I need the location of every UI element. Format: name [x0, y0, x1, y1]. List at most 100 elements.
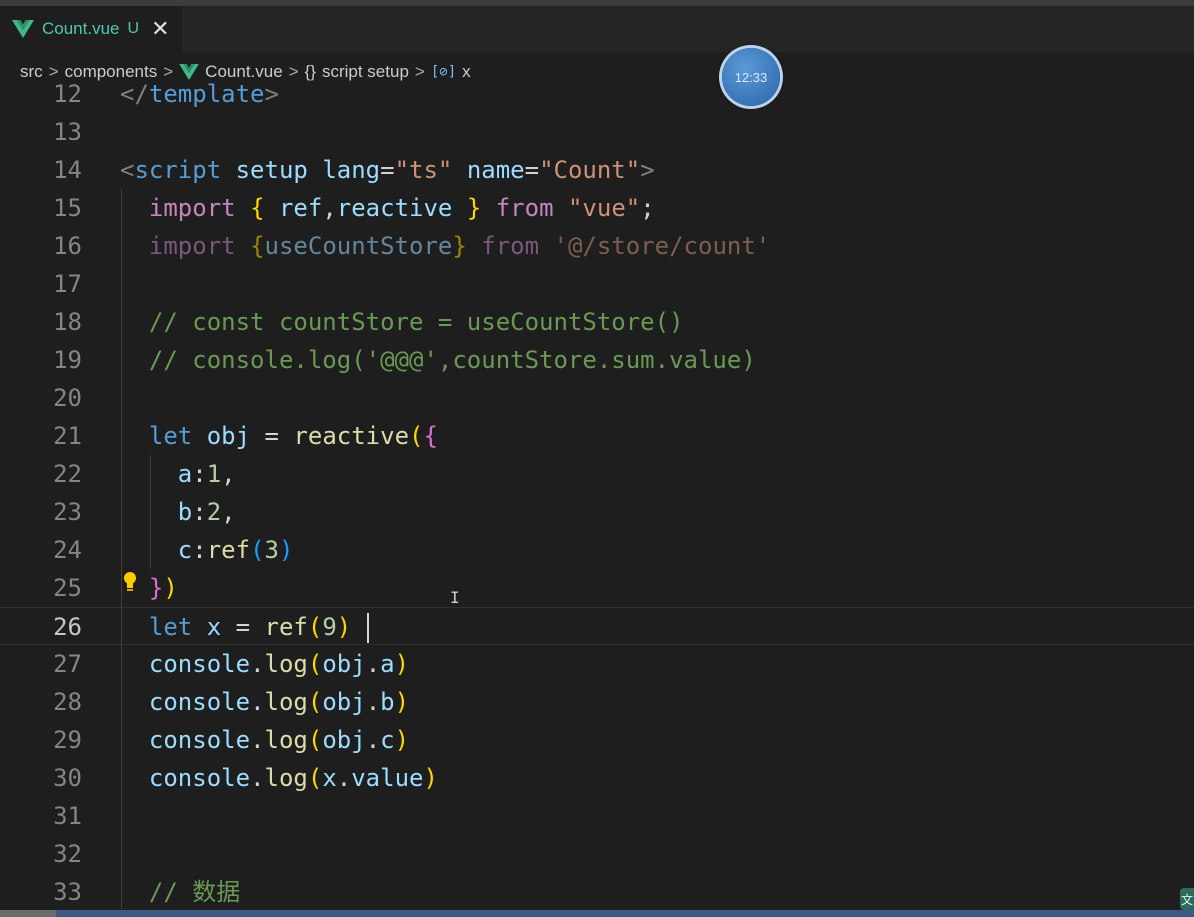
status-bar-remote[interactable] [0, 910, 56, 917]
line-number: 32 [53, 840, 82, 868]
code-line[interactable]: 26 let x = ref(9) [0, 607, 1194, 645]
code-line[interactable]: 25 }) [0, 569, 1194, 607]
code-line[interactable]: 21 let obj = reactive({ [0, 417, 1194, 455]
code-token: reactive [336, 194, 453, 222]
line-number: 20 [53, 384, 82, 412]
line-number: 28 [53, 688, 82, 716]
code-line[interactable]: 24 c:ref(3) [0, 531, 1194, 569]
code-token: ( [307, 726, 323, 754]
tab-filename: Count.vue [42, 19, 120, 38]
git-untracked-badge: U [127, 20, 140, 37]
code-token: value [351, 764, 424, 792]
code-token: import [148, 232, 236, 260]
line-number: 21 [53, 422, 82, 450]
code-token: console [148, 650, 251, 678]
code-line[interactable]: 18 // const countStore = useCountStore() [0, 303, 1194, 341]
code-line[interactable]: 19 // console.log('@@@',countStore.sum.v… [0, 341, 1194, 379]
code-token: let [148, 422, 193, 450]
code-text: // 数据 [120, 873, 240, 909]
line-number: 18 [53, 308, 82, 336]
code-token: x [206, 613, 222, 641]
code-text: let obj = reactive({ [120, 417, 438, 455]
code-line[interactable]: 12 </template> [0, 75, 1194, 113]
code-token: "ts" [394, 156, 453, 184]
code-token: script [134, 156, 222, 184]
line-number: 17 [53, 270, 82, 298]
line-number: 23 [53, 498, 82, 526]
code-token: // const countStore = useCountStore() [148, 308, 684, 336]
code-token: "vue" [567, 194, 641, 222]
code-text: // const countStore = useCountStore() [120, 303, 684, 341]
code-token: log [264, 650, 308, 678]
mouse-ibeam-cursor: I [450, 588, 460, 607]
line-number: 13 [53, 118, 82, 146]
code-line[interactable]: 27 console.log(obj.a) [0, 645, 1194, 683]
code-line[interactable]: 33 // 数据 [0, 873, 1194, 909]
tab-count-vue[interactable]: Count.vue U ✕ [0, 6, 182, 52]
code-token: = [524, 156, 540, 184]
line-number: 26 [53, 613, 82, 641]
code-token: c [177, 536, 193, 564]
code-token: { [250, 232, 265, 260]
indent-guide [121, 189, 122, 909]
status-bar [0, 910, 1194, 917]
code-token: a [177, 460, 193, 488]
code-line[interactable]: 15 import { ref,reactive } from "vue"; [0, 189, 1194, 227]
lightbulb-icon[interactable] [122, 571, 138, 593]
code-token: ) [394, 650, 410, 678]
code-token: . [365, 726, 381, 754]
code-token: ( [307, 764, 323, 792]
code-token: ( [307, 650, 323, 678]
code-line[interactable]: 16 import {useCountStore} from '@/store/… [0, 227, 1194, 265]
code-token: ; [640, 194, 655, 222]
code-token: b [177, 498, 193, 526]
close-icon[interactable]: ✕ [151, 18, 169, 40]
code-line[interactable]: 22 a:1, [0, 455, 1194, 493]
code-text: console.log(obj.c) [120, 721, 409, 759]
code-token: from [495, 194, 554, 222]
text-caret [367, 613, 369, 643]
code-token: ( [307, 688, 323, 716]
line-number: 14 [53, 156, 82, 184]
code-line[interactable]: 29 console.log(obj.c) [0, 721, 1194, 759]
input-method-icon[interactable]: 文 [1180, 888, 1194, 910]
code-token: lang [322, 156, 381, 184]
code-line[interactable]: 32 [0, 835, 1194, 873]
code-line[interactable]: 28 console.log(obj.b) [0, 683, 1194, 721]
line-number: 19 [53, 346, 82, 374]
code-line[interactable]: 14 <script setup lang="ts" name="Count"> [0, 151, 1194, 189]
code-line[interactable]: 31 [0, 797, 1194, 835]
code-line[interactable]: 20 [0, 379, 1194, 417]
code-line[interactable]: 23 b:2, [0, 493, 1194, 531]
code-line[interactable]: 30 console.log(x.value) [0, 759, 1194, 797]
code-token: c [380, 726, 395, 754]
code-line[interactable]: 13 [0, 113, 1194, 151]
code-token: , [221, 460, 236, 488]
code-token: = [250, 422, 294, 450]
code-token: name [466, 156, 525, 184]
code-editor[interactable]: 12 </template> 13 14 <script setup lang="ts"… [0, 75, 1194, 909]
line-number: 29 [53, 726, 82, 754]
code-token: , [221, 498, 236, 526]
code-line[interactable]: 17 [0, 265, 1194, 303]
line-number: 33 [53, 878, 82, 906]
code-token: setup [235, 156, 308, 184]
floating-clock-widget[interactable]: 12:33 [722, 48, 780, 106]
